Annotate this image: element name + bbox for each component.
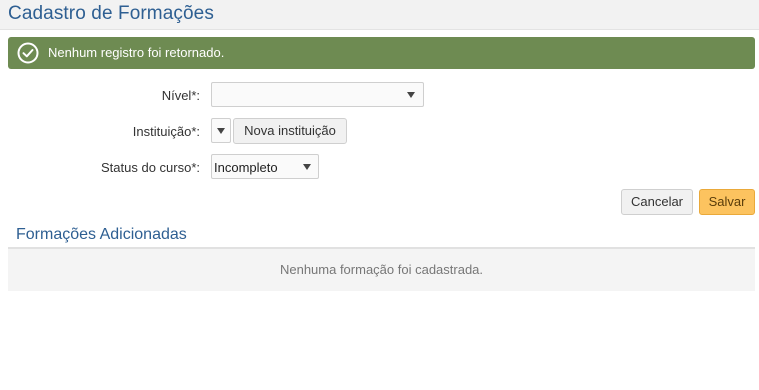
status-curso-select[interactable]: Incompleto	[211, 154, 319, 179]
status-curso-label: Status do curso*:	[101, 160, 200, 175]
section-title: Formações Adicionadas	[16, 226, 187, 243]
instituicao-select[interactable]	[211, 118, 231, 143]
save-button[interactable]: Salvar	[699, 189, 755, 215]
status-curso-select-value: Incompleto	[214, 160, 278, 175]
nivel-label: Nível*:	[161, 88, 200, 103]
instituicao-label: Instituição*:	[132, 124, 200, 139]
nivel-select[interactable]	[211, 82, 424, 107]
cancel-button[interactable]: Cancelar	[621, 189, 693, 215]
chevron-down-icon	[407, 92, 415, 98]
chevron-down-icon	[217, 128, 225, 134]
nova-instituicao-button[interactable]: Nova instituição	[233, 118, 347, 144]
page-header: Cadastro de Formações	[0, 0, 759, 30]
check-circle-icon	[17, 42, 39, 64]
alert-message: Nenhum registro foi retornado.	[48, 45, 225, 60]
page-title: Cadastro de Formações	[8, 3, 214, 24]
empty-state-message: Nenhuma formação foi cadastrada.	[8, 249, 755, 291]
chevron-down-icon	[303, 164, 311, 170]
success-alert: Nenhum registro foi retornado.	[8, 37, 755, 69]
